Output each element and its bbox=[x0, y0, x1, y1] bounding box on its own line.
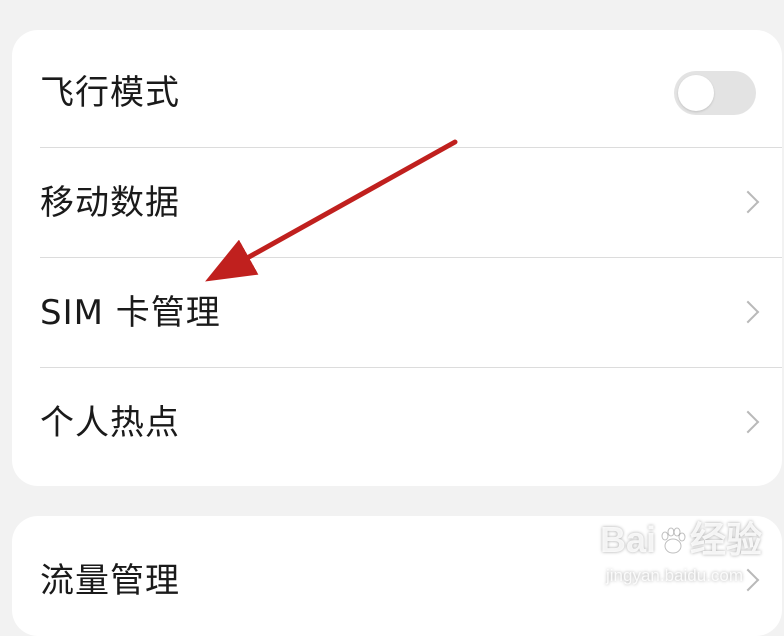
connectivity-settings-card: 飞行模式 移动数据 SIM 卡管理 个人热点 bbox=[12, 30, 782, 486]
paw-icon bbox=[661, 527, 686, 554]
personal-hotspot-row[interactable]: 个人热点 bbox=[12, 368, 782, 478]
airplane-mode-row[interactable]: 飞行模式 bbox=[12, 38, 782, 148]
watermark-brand-left: Bai bbox=[600, 519, 657, 560]
airplane-mode-toggle[interactable] bbox=[674, 71, 756, 115]
toggle-knob bbox=[678, 75, 714, 111]
chevron-right-icon bbox=[736, 410, 760, 434]
watermark-site: jingyan.baidu.com bbox=[606, 566, 744, 585]
sim-card-management-row[interactable]: SIM 卡管理 bbox=[12, 258, 782, 368]
watermark-brand-right: 经验 bbox=[690, 519, 763, 560]
chevron-right-icon bbox=[736, 190, 760, 214]
sim-card-management-label: SIM 卡管理 bbox=[40, 293, 221, 333]
baidu-jingyan-watermark: Bai 经验 jingyan.baidu.com bbox=[600, 520, 770, 598]
mobile-data-row[interactable]: 移动数据 bbox=[12, 148, 782, 258]
data-usage-label: 流量管理 bbox=[40, 561, 180, 601]
mobile-data-label: 移动数据 bbox=[40, 183, 180, 223]
airplane-mode-label: 飞行模式 bbox=[40, 73, 180, 113]
personal-hotspot-label: 个人热点 bbox=[40, 403, 180, 443]
chevron-right-icon bbox=[736, 300, 760, 324]
